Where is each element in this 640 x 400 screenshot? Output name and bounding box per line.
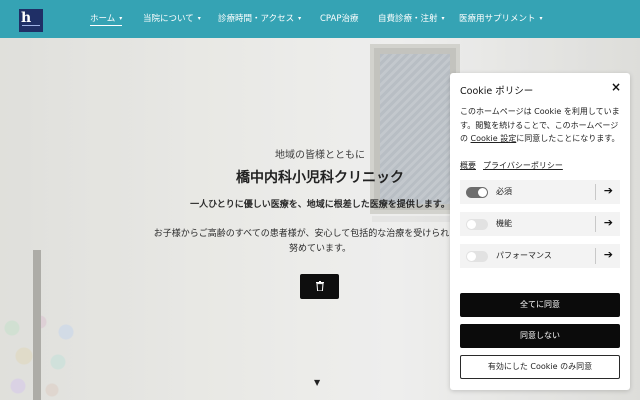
arrow-right-icon[interactable]: ➔ bbox=[604, 248, 613, 262]
toggle-knob bbox=[467, 220, 476, 229]
nav-hours-label: 診療時間・アクセス bbox=[218, 14, 295, 24]
arrow-right-icon[interactable]: ➔ bbox=[604, 216, 613, 230]
toggle-knob bbox=[478, 188, 487, 197]
nav-home-label: ホーム bbox=[90, 14, 116, 24]
nav-home[interactable]: ホーム ▾ bbox=[90, 12, 123, 26]
nav-cpap-label: CPAP治療 bbox=[320, 14, 359, 24]
row-divider bbox=[595, 216, 596, 232]
accept-all-button[interactable]: 全てに同意 bbox=[460, 293, 620, 317]
cookie-links: 概要 プライバシーポリシー bbox=[460, 160, 570, 171]
chevron-down-icon: ▾ bbox=[197, 15, 201, 22]
decline-button[interactable]: 同意しない bbox=[460, 324, 620, 348]
cookie-category-performance: パフォーマンス ➔ bbox=[460, 244, 620, 268]
row-divider bbox=[595, 248, 596, 264]
row-divider bbox=[595, 184, 596, 200]
cookie-panel-title: Cookie ポリシー bbox=[460, 86, 534, 97]
main-nav: ホーム ▾ 当院について ▾ 診療時間・アクセス ▾ CPAP治療 自費診療・注射 ▾ … bbox=[0, 0, 640, 38]
nav-about-label: 当院について bbox=[143, 14, 194, 24]
hero-description-line2: 努めています。 bbox=[288, 244, 352, 254]
chevron-down-icon: ▾ bbox=[119, 15, 123, 22]
cookie-settings-link[interactable]: Cookie 設定 bbox=[471, 134, 517, 143]
cookie-desc-text-2: に同意したことになります。 bbox=[516, 134, 620, 143]
nav-about[interactable]: 当院について ▾ bbox=[143, 12, 201, 26]
nav-cpap[interactable]: CPAP治療 bbox=[320, 12, 358, 26]
cookie-policy-panel: Cookie ポリシー × このホームページは Cookie を利用しています。… bbox=[450, 73, 630, 390]
cookie-category-functional: 機能 ➔ bbox=[460, 212, 620, 236]
performance-toggle[interactable] bbox=[466, 251, 488, 262]
nav-supplements[interactable]: 医療用サプリメント ▾ bbox=[459, 12, 543, 26]
scroll-down-icon[interactable]: ▼ bbox=[314, 378, 320, 387]
hero-subtitle: 地域の皆様とともに bbox=[275, 150, 365, 161]
summary-link[interactable]: 概要 bbox=[460, 161, 476, 170]
arrow-right-icon[interactable]: ➔ bbox=[604, 184, 613, 198]
hero-description-line1: お子様からご高齢のすべての患者様が、安心して包括的な治療を受けられるよう bbox=[153, 229, 477, 239]
hero-title: 橋中内科小児科クリニック bbox=[236, 170, 404, 186]
chevron-down-icon: ▾ bbox=[441, 15, 445, 22]
close-icon[interactable]: × bbox=[611, 81, 621, 93]
required-toggle[interactable] bbox=[466, 187, 488, 198]
functional-toggle[interactable] bbox=[466, 219, 488, 230]
hero-action-button[interactable] bbox=[300, 274, 339, 299]
nav-supplements-label: 医療用サプリメント bbox=[459, 14, 536, 24]
toggle-knob bbox=[467, 252, 476, 261]
cookie-category-required: 必須 ➔ bbox=[460, 180, 620, 204]
chevron-down-icon: ▾ bbox=[298, 15, 302, 22]
accept-enabled-button[interactable]: 有効にした Cookie のみ同意 bbox=[460, 355, 620, 379]
required-label: 必須 bbox=[496, 187, 512, 196]
site-header: h ホーム ▾ 当院について ▾ 診療時間・アクセス ▾ CPAP治療 自費診療・注射… bbox=[0, 0, 640, 38]
performance-label: パフォーマンス bbox=[496, 251, 552, 260]
nav-hours-access[interactable]: 診療時間・アクセス ▾ bbox=[218, 12, 301, 26]
chevron-down-icon: ▾ bbox=[539, 15, 543, 22]
hero-tagline: 一人ひとりに優しい医療を、地域に根差した医療を提供します。 bbox=[190, 200, 450, 210]
nav-self-pay[interactable]: 自費診療・注射 ▾ bbox=[378, 12, 445, 26]
functional-label: 機能 bbox=[496, 219, 512, 228]
privacy-policy-link[interactable]: プライバシーポリシー bbox=[483, 161, 563, 170]
nav-self-pay-label: 自費診療・注射 bbox=[378, 14, 438, 24]
trash-icon bbox=[316, 281, 324, 291]
cookie-description: このホームページは Cookie を利用しています。閲覧を続けることで、このホー… bbox=[460, 105, 625, 146]
